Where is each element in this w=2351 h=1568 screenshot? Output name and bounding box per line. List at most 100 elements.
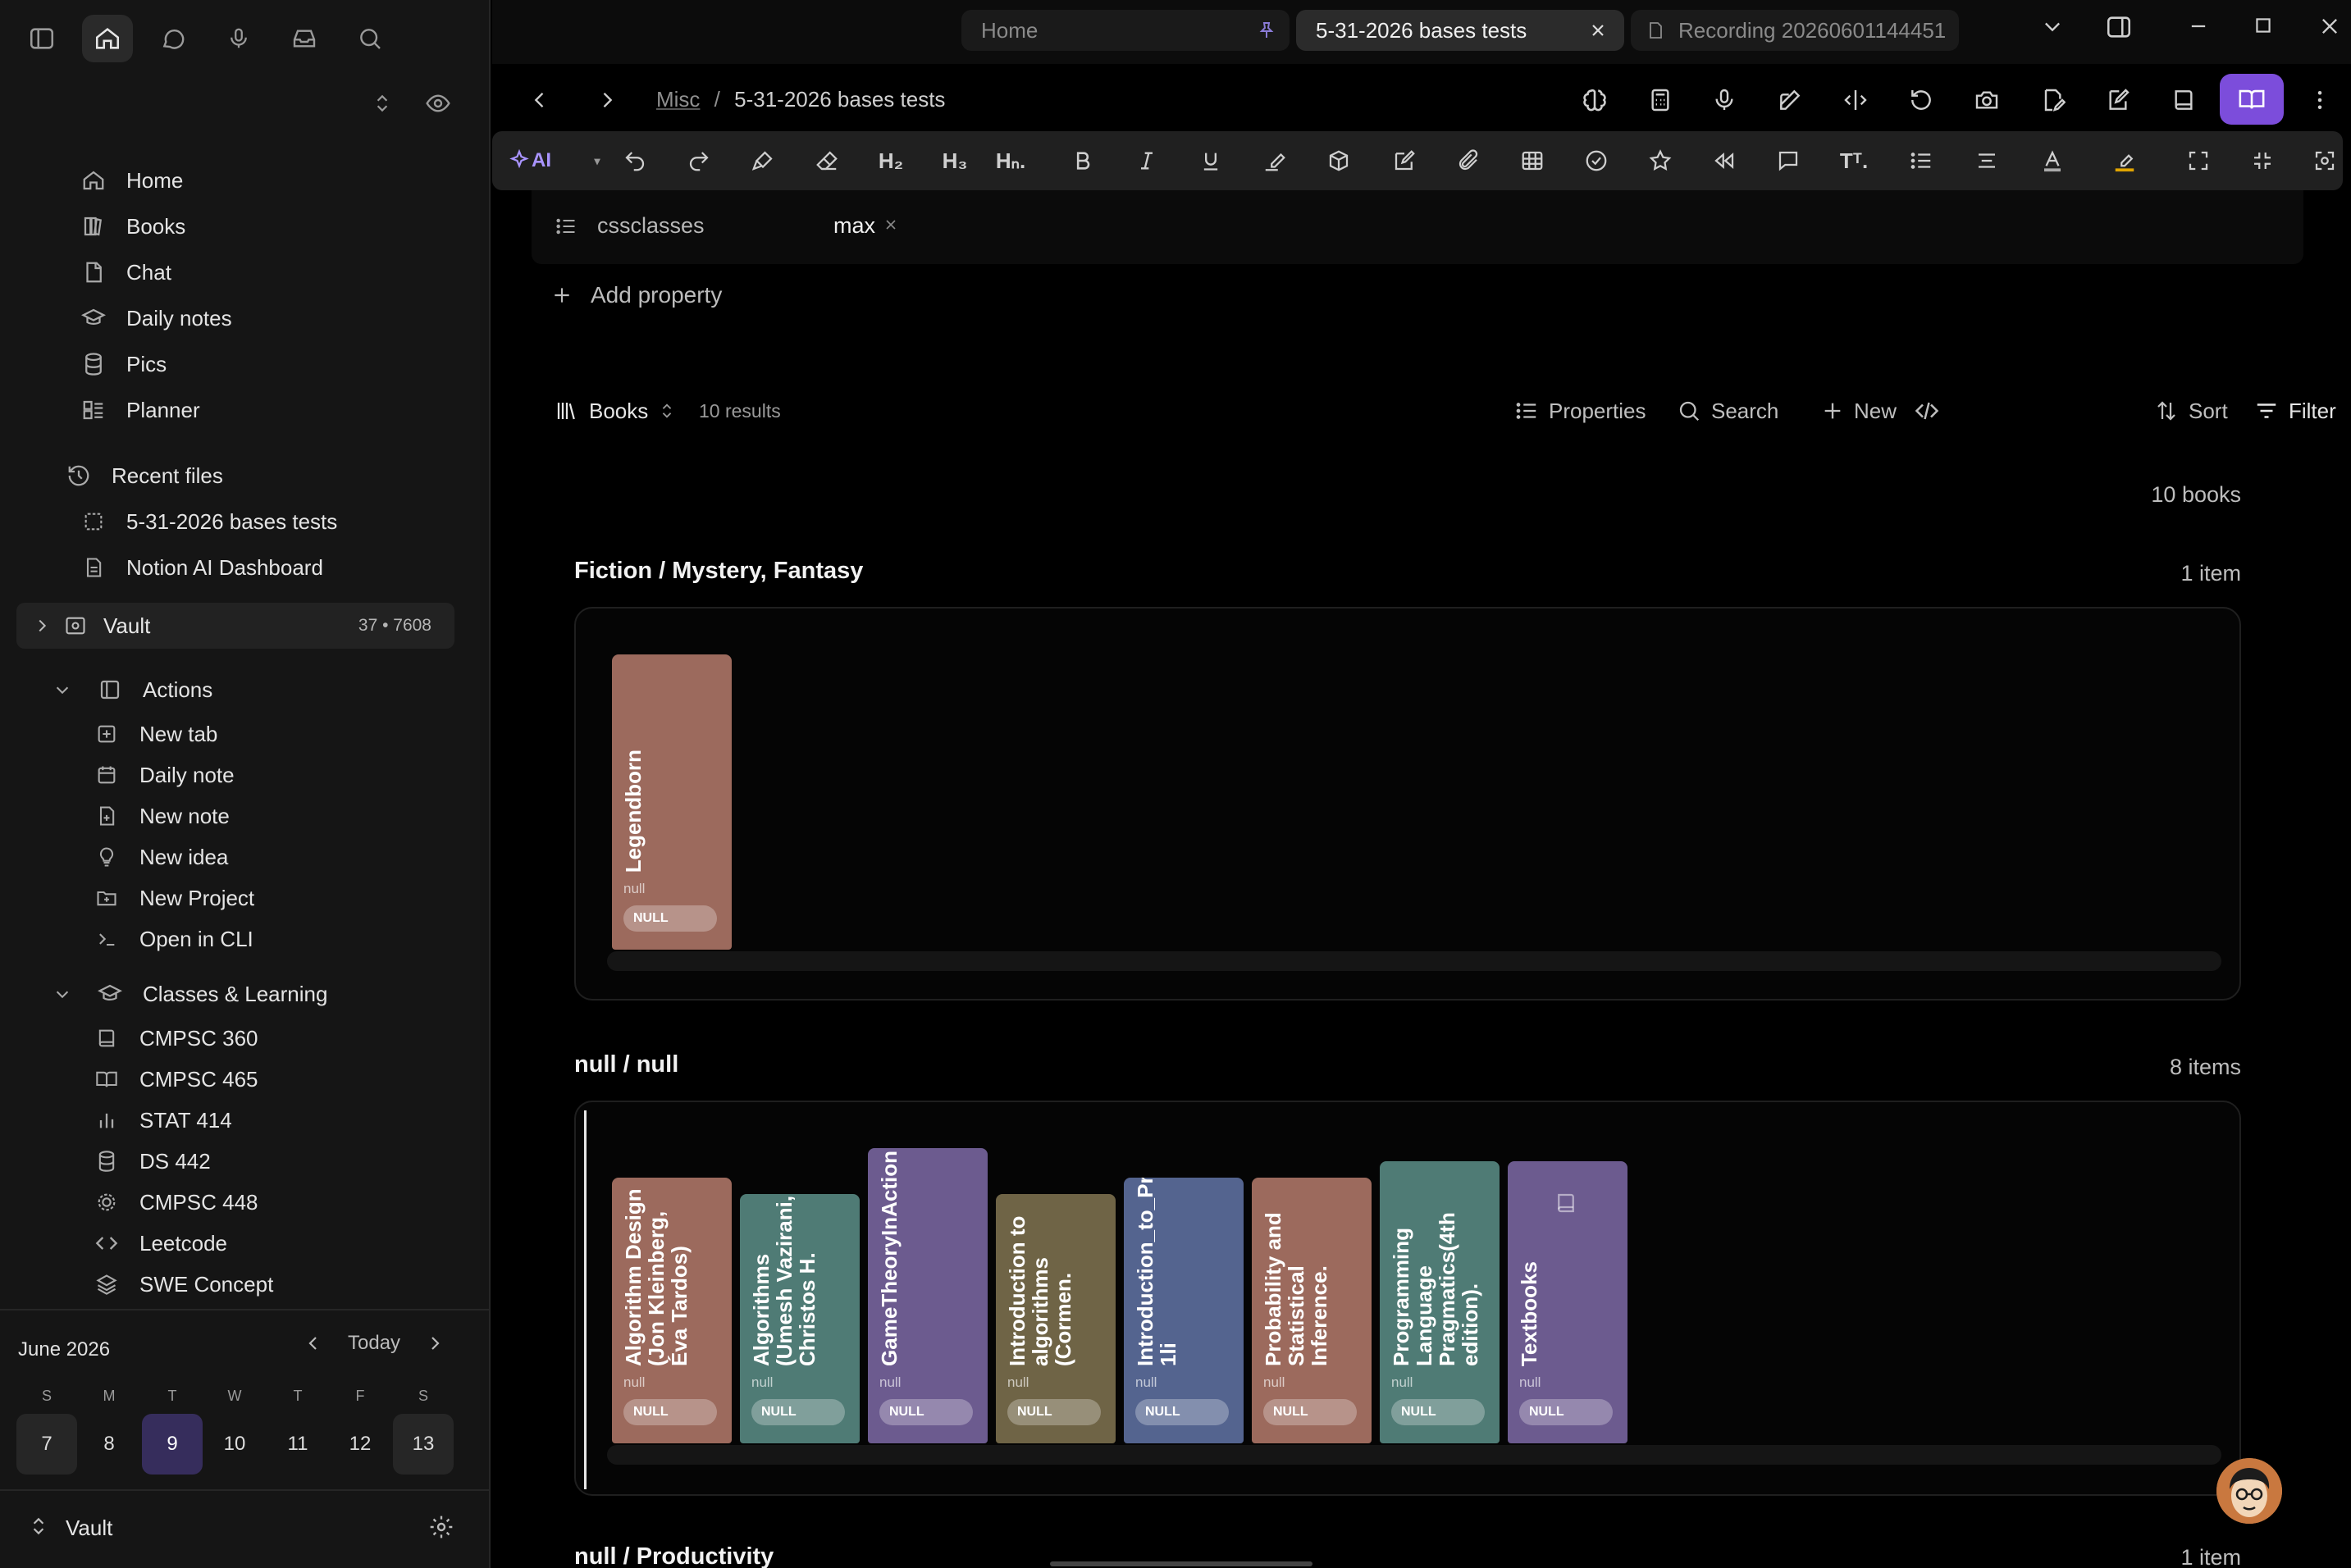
avatar[interactable] [2216, 1458, 2282, 1524]
redo-icon[interactable] [682, 144, 715, 177]
calendar-day[interactable]: 8 [79, 1414, 139, 1475]
bold-icon[interactable] [1066, 144, 1099, 177]
book-card[interactable]: Introduction_to_Probability_Blitzste_z_l… [1124, 1178, 1244, 1443]
maximize-icon[interactable] [2253, 15, 2274, 36]
inbox-icon[interactable] [279, 15, 330, 62]
class-item[interactable]: SWE Concept [92, 1264, 273, 1305]
close-icon[interactable] [1588, 21, 1608, 40]
remove-tag-icon[interactable] [883, 217, 899, 233]
sidebar-toggle-icon[interactable] [16, 15, 67, 62]
fullscreen-icon[interactable] [2182, 144, 2215, 177]
table-icon[interactable] [1516, 144, 1549, 177]
book-card[interactable]: GameTheoryInAction null NULL [868, 1148, 988, 1443]
check-circle-icon[interactable] [1580, 144, 1613, 177]
book-card[interactable]: Programming Language Pragmatics(4th edit… [1380, 1161, 1500, 1443]
calendar-today-button[interactable]: Today [348, 1332, 400, 1355]
highlight-color-icon[interactable] [2108, 144, 2141, 177]
calculator-icon[interactable] [1642, 82, 1678, 118]
collapse-expand-icon[interactable] [363, 85, 402, 121]
rewind-icon[interactable] [1708, 144, 1741, 177]
actions-header[interactable]: Actions [48, 669, 212, 710]
action-new-idea[interactable]: New idea [92, 836, 228, 877]
book-card[interactable]: Legendborn null NULL [612, 654, 732, 950]
microphone-icon[interactable] [213, 15, 264, 62]
vault-switcher-label[interactable]: Vault [66, 1516, 112, 1541]
action-new-note[interactable]: New note [92, 795, 230, 836]
sidebar-item-planner[interactable]: Planner [79, 390, 200, 431]
italic-icon[interactable] [1130, 144, 1163, 177]
split-icon[interactable] [1837, 82, 1874, 118]
tab-list-chevron-icon[interactable] [2041, 15, 2064, 38]
list-icon[interactable] [1905, 144, 1938, 177]
paintbrush-icon[interactable] [746, 144, 779, 177]
calendar-day[interactable]: 11 [267, 1414, 328, 1475]
chevron-left-icon[interactable] [304, 1333, 323, 1353]
tab-bases-tests[interactable]: 5-31-2026 bases tests [1296, 10, 1624, 51]
recent-file-item[interactable]: Notion AI Dashboard [79, 547, 323, 588]
brain-icon[interactable] [1577, 82, 1613, 118]
settings-gear-icon[interactable] [428, 1514, 454, 1540]
action-new-project[interactable]: New Project [92, 877, 254, 918]
new-button[interactable]: New [1821, 390, 1897, 431]
recent-file-item[interactable]: 5-31-2026 bases tests [79, 501, 337, 542]
property-value-tag[interactable]: max [833, 213, 875, 239]
heading-3-button[interactable]: H₃ [938, 144, 971, 177]
book-card[interactable]: Algorithm Design (Jon Kleinberg, Éva Tar… [612, 1178, 732, 1443]
compose-icon[interactable] [2100, 82, 2136, 118]
class-item[interactable]: CMPSC 465 [92, 1059, 258, 1100]
class-item[interactable]: STAT 414 [92, 1100, 232, 1141]
reading-view-icon[interactable] [2220, 74, 2284, 125]
paperclip-icon[interactable] [1452, 144, 1485, 177]
calendar-day[interactable]: 13 [393, 1414, 454, 1475]
home-icon[interactable] [82, 15, 133, 62]
pencil-box-icon[interactable] [1388, 144, 1421, 177]
property-name[interactable]: cssclasses [597, 213, 705, 239]
align-center-icon[interactable] [1970, 144, 2003, 177]
heading-2-button[interactable]: H₂ [874, 144, 907, 177]
microphone-icon[interactable] [1706, 82, 1742, 118]
right-sidebar-toggle-icon[interactable] [2105, 13, 2133, 41]
book-card[interactable]: Textbooks null NULL [1508, 1161, 1627, 1443]
vault-row[interactable]: Vault 37 • 7608 [16, 603, 454, 649]
breadcrumb-parent[interactable]: Misc [656, 87, 700, 112]
code-view-button[interactable] [1915, 390, 1939, 431]
edit-icon[interactable] [1772, 82, 1808, 118]
close-window-icon[interactable] [2318, 15, 2341, 38]
text-color-icon[interactable] [2036, 144, 2069, 177]
heading-n-button[interactable]: Hₙ. [994, 144, 1027, 177]
book-icon[interactable] [2166, 82, 2202, 118]
book-card[interactable]: Algorithms (Umesh Vazirani, Christos H. … [740, 1194, 860, 1443]
collapse-icon[interactable] [2246, 144, 2279, 177]
chevron-right-icon[interactable] [425, 1333, 445, 1353]
underline-icon[interactable] [1194, 144, 1227, 177]
calendar-day[interactable]: 7 [16, 1414, 77, 1475]
sidebar-item-daily-notes[interactable]: Daily notes [79, 298, 232, 339]
cube-icon[interactable] [1322, 144, 1355, 177]
more-options-icon[interactable] [2302, 82, 2338, 118]
eraser-icon[interactable] [810, 144, 843, 177]
sidebar-item-chat[interactable]: Chat [79, 252, 171, 293]
sidebar-item-books[interactable]: Books [79, 206, 185, 247]
ai-button[interactable]: AI [507, 144, 551, 177]
vault-switch-icon[interactable] [28, 1516, 49, 1537]
forward-arrow-icon[interactable] [589, 82, 625, 118]
highlighter-icon[interactable] [1258, 144, 1291, 177]
camera-icon[interactable] [1969, 82, 2005, 118]
calendar-day-today[interactable]: 9 [142, 1414, 203, 1475]
focus-icon[interactable] [2308, 144, 2341, 177]
eye-icon[interactable] [418, 85, 458, 121]
minimize-icon[interactable] [2187, 15, 2210, 38]
star-icon[interactable] [1644, 144, 1677, 177]
back-arrow-icon[interactable] [522, 82, 558, 118]
ai-dropdown-icon[interactable]: ▾ [581, 144, 614, 177]
search-button[interactable]: Search [1677, 390, 1778, 431]
add-property-button[interactable]: Add property [551, 282, 722, 308]
comment-icon[interactable] [1772, 144, 1805, 177]
tab-home[interactable]: Home [961, 10, 1290, 51]
tab-recording[interactable]: Recording 20260601144451 [1631, 10, 1959, 51]
horizontal-scrollbar[interactable] [1050, 1561, 1312, 1566]
properties-button[interactable]: Properties [1514, 390, 1646, 431]
book-card[interactable]: Probability and Statistical Inference. n… [1252, 1178, 1372, 1443]
shelf-scrollbar[interactable] [607, 1445, 2221, 1465]
shelf-scrollbar[interactable] [607, 951, 2221, 971]
